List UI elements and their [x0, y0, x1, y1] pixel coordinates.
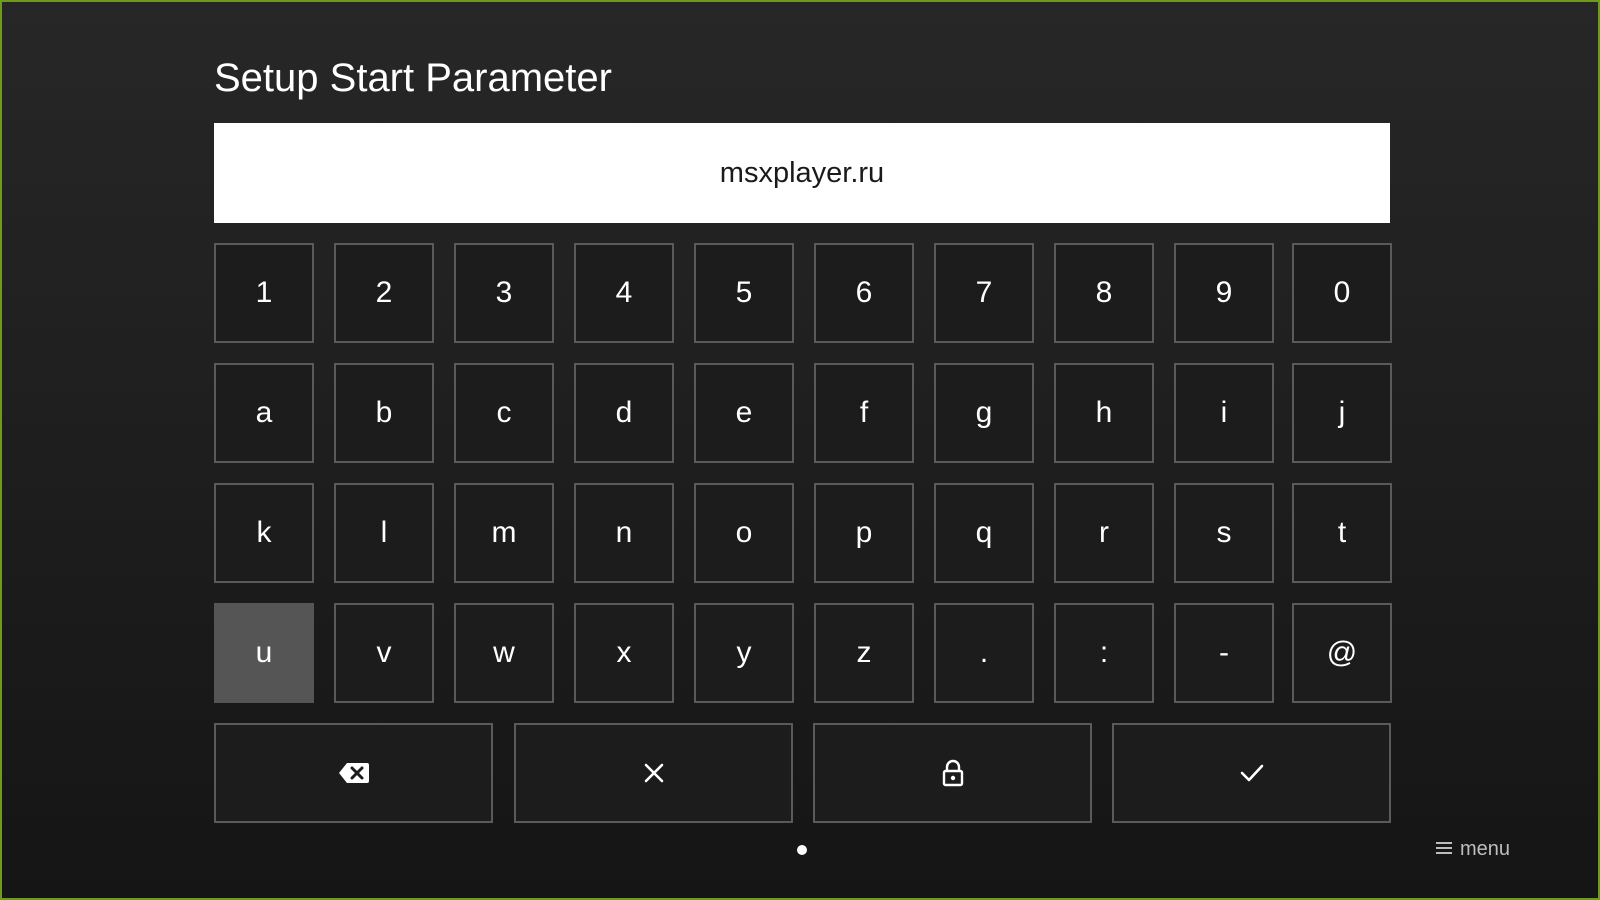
key-d[interactable]: d	[574, 363, 674, 463]
key-z[interactable]: z	[814, 603, 914, 703]
key-4[interactable]: 4	[574, 243, 674, 343]
key-s[interactable]: s	[1174, 483, 1274, 583]
lock-icon	[942, 759, 964, 787]
key-t[interactable]: t	[1292, 483, 1392, 583]
key-e[interactable]: e	[694, 363, 794, 463]
app-window: Setup Start Parameter msxplayer.ru 1 2 3…	[0, 0, 1600, 900]
key-w[interactable]: w	[454, 603, 554, 703]
key-1[interactable]: 1	[214, 243, 314, 343]
key-x[interactable]: x	[574, 603, 674, 703]
key-o[interactable]: o	[694, 483, 794, 583]
page-indicator-dot	[797, 845, 807, 855]
clear-button[interactable]	[514, 723, 793, 823]
key-y[interactable]: y	[694, 603, 794, 703]
key-g[interactable]: g	[934, 363, 1034, 463]
confirm-button[interactable]	[1112, 723, 1391, 823]
key-l[interactable]: l	[334, 483, 434, 583]
parameter-input[interactable]: msxplayer.ru	[214, 123, 1390, 223]
key-r[interactable]: r	[1054, 483, 1154, 583]
key-c[interactable]: c	[454, 363, 554, 463]
backspace-icon	[338, 761, 370, 785]
backspace-button[interactable]	[214, 723, 493, 823]
key-hyphen[interactable]: -	[1174, 603, 1274, 703]
key-j[interactable]: j	[1292, 363, 1392, 463]
menu-button[interactable]: menu	[1436, 836, 1510, 862]
key-6[interactable]: 6	[814, 243, 914, 343]
key-q[interactable]: q	[934, 483, 1034, 583]
hamburger-icon	[1436, 838, 1452, 861]
page-title: Setup Start Parameter	[214, 56, 612, 100]
key-8[interactable]: 8	[1054, 243, 1154, 343]
key-a[interactable]: a	[214, 363, 314, 463]
close-icon	[643, 762, 665, 784]
key-i[interactable]: i	[1174, 363, 1274, 463]
key-0[interactable]: 0	[1292, 243, 1392, 343]
key-m[interactable]: m	[454, 483, 554, 583]
check-icon	[1239, 762, 1265, 784]
key-p[interactable]: p	[814, 483, 914, 583]
key-colon[interactable]: :	[1054, 603, 1154, 703]
key-u[interactable]: u	[214, 603, 314, 703]
lock-button[interactable]	[813, 723, 1092, 823]
key-b[interactable]: b	[334, 363, 434, 463]
key-v[interactable]: v	[334, 603, 434, 703]
key-at[interactable]: @	[1292, 603, 1392, 703]
key-3[interactable]: 3	[454, 243, 554, 343]
key-7[interactable]: 7	[934, 243, 1034, 343]
key-5[interactable]: 5	[694, 243, 794, 343]
key-k[interactable]: k	[214, 483, 314, 583]
parameter-input-value: msxplayer.ru	[719, 156, 885, 189]
key-2[interactable]: 2	[334, 243, 434, 343]
menu-label: menu	[1460, 837, 1511, 860]
key-h[interactable]: h	[1054, 363, 1154, 463]
key-f[interactable]: f	[814, 363, 914, 463]
key-period[interactable]: .	[934, 603, 1034, 703]
key-n[interactable]: n	[574, 483, 674, 583]
key-9[interactable]: 9	[1174, 243, 1274, 343]
